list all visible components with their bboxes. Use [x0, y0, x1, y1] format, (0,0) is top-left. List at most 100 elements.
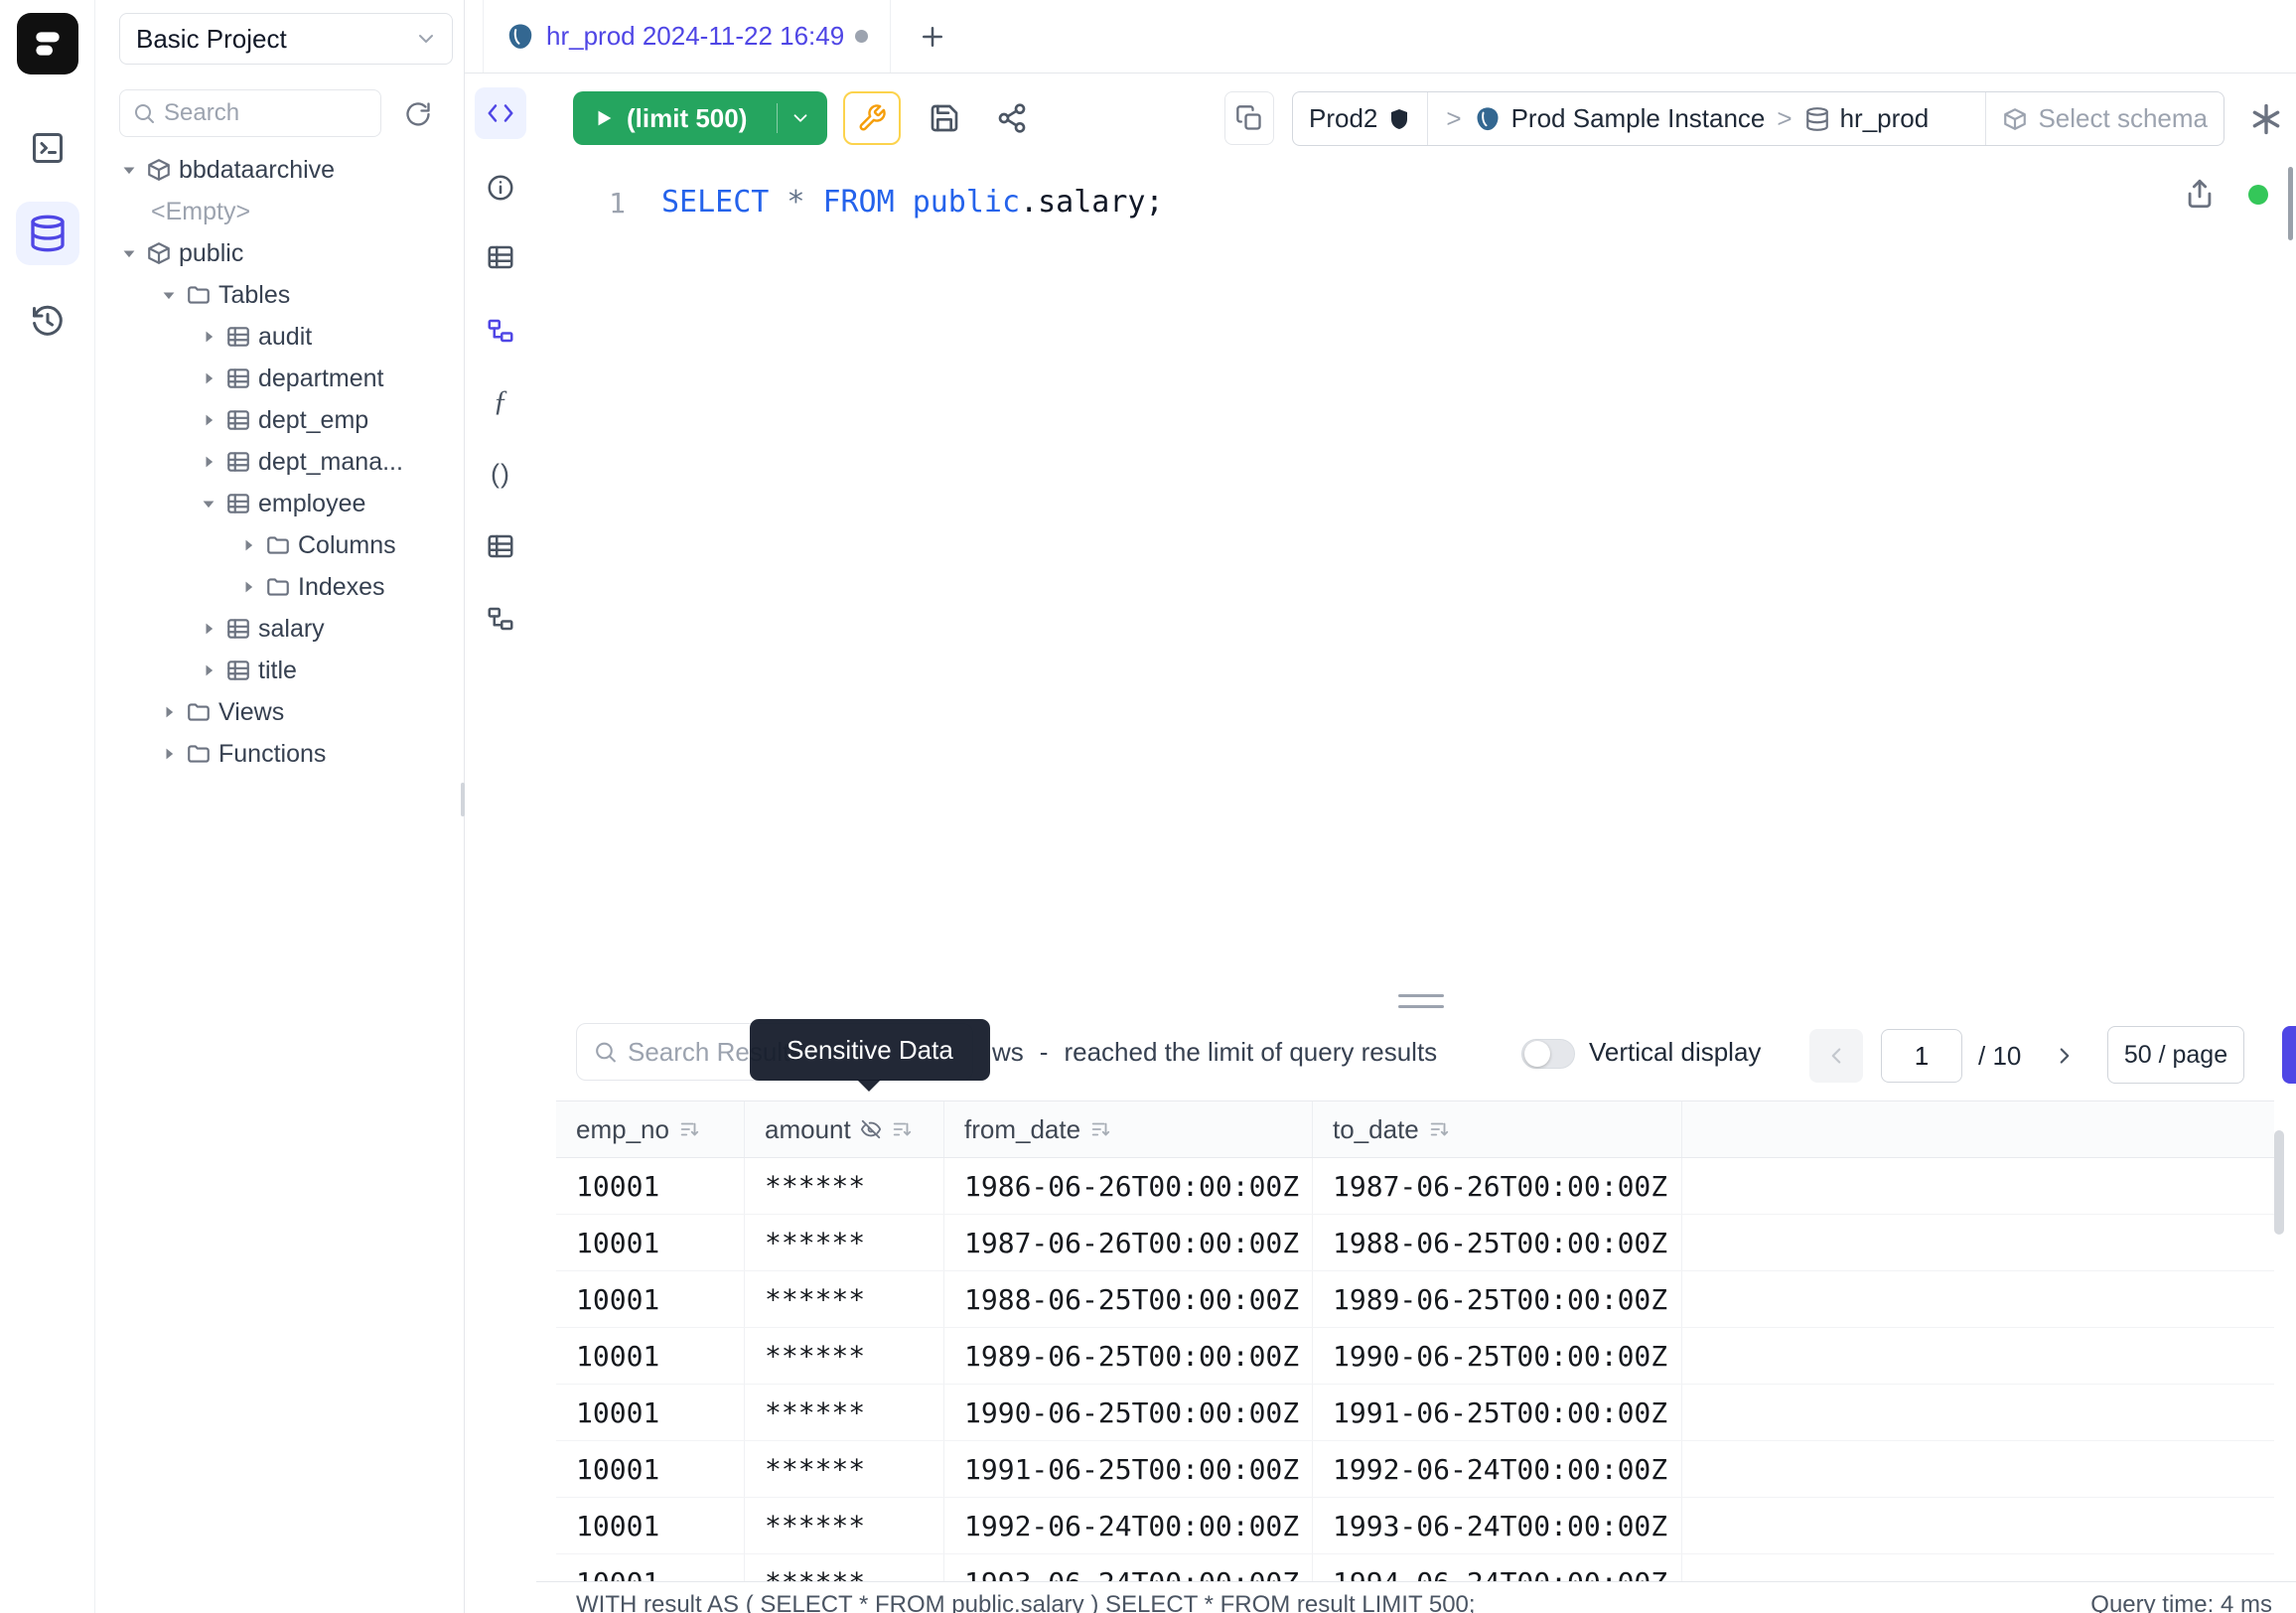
er-diagram-icon [486, 604, 515, 634]
sort-icon[interactable] [891, 1118, 913, 1140]
editor-scrollbar[interactable] [2288, 167, 2293, 240]
save-button[interactable] [923, 98, 966, 138]
strip-er-diagram-button[interactable] [475, 593, 526, 645]
table-icon [225, 616, 251, 642]
postgres-icon [505, 22, 535, 52]
table-row[interactable]: 10001 ****** 1989-06-25T00:00:00Z 1990-0… [556, 1328, 2274, 1385]
tree-item-columns[interactable]: Columns [95, 524, 465, 566]
table-icon [486, 242, 515, 272]
table-icon [225, 658, 251, 683]
strip-table-button[interactable] [475, 231, 526, 283]
rail-worksheet-button[interactable] [24, 124, 72, 172]
table-scrollbar[interactable] [2274, 1130, 2284, 1235]
strip-code-button[interactable] [475, 87, 526, 139]
strip-function-button[interactable]: ƒ [475, 375, 526, 427]
table-icon [225, 449, 251, 475]
search-icon [132, 101, 156, 125]
tree-item-employee[interactable]: employee [95, 483, 465, 524]
tree-item-views[interactable]: Views [95, 691, 465, 733]
sidebar-search-input[interactable] [164, 99, 353, 127]
refresh-button[interactable] [399, 95, 437, 133]
add-tab-button[interactable] [911, 15, 954, 59]
run-query-button[interactable]: (limit 500) [573, 91, 827, 145]
copy-sheet-button[interactable] [1224, 91, 1274, 145]
format-sql-button[interactable] [843, 91, 901, 145]
tree-item-audit[interactable]: audit [95, 316, 465, 358]
strip-procedure-button[interactable]: () [475, 448, 526, 500]
prev-page-button[interactable] [1809, 1029, 1863, 1083]
sensitive-data-tooltip: Sensitive Data [750, 1019, 990, 1081]
rail-database-button[interactable] [16, 202, 79, 265]
page-number-input[interactable]: 1 [1881, 1029, 1962, 1083]
search-icon [593, 1039, 618, 1065]
left-rail [0, 0, 95, 1613]
strip-external-table-button[interactable] [475, 520, 526, 572]
rail-history-button[interactable] [24, 298, 72, 346]
instance-database-selector[interactable]: > Prod Sample Instance > hr_prod [1428, 92, 1944, 145]
info-icon [486, 173, 515, 203]
table-icon [225, 324, 251, 350]
app-logo[interactable] [17, 13, 78, 74]
unsaved-dot [855, 30, 868, 43]
header-from-date[interactable]: from_date [944, 1101, 1313, 1157]
code-icon [486, 98, 515, 128]
table-row[interactable]: 10001 ****** 1992-06-24T00:00:00Z 1993-0… [556, 1498, 2274, 1554]
tree-item-dept-emp[interactable]: dept_emp [95, 399, 465, 441]
share-button[interactable] [990, 98, 1034, 138]
tree-item-dept-manager[interactable]: dept_mana... [95, 441, 465, 483]
project-selector[interactable]: Basic Project [119, 13, 453, 65]
tree-item-public[interactable]: public [95, 232, 465, 274]
vertical-display-label: Vertical display [1589, 1023, 1761, 1081]
caret-down-icon [199, 494, 218, 513]
next-page-button[interactable] [2042, 1029, 2087, 1083]
sort-icon[interactable] [1428, 1118, 1450, 1140]
export-button[interactable] [2183, 177, 2221, 215]
schema-icon [146, 157, 172, 183]
header-amount[interactable]: amount [745, 1101, 944, 1157]
page-size-select[interactable]: 50 / page [2107, 1026, 2244, 1084]
save-icon [929, 102, 960, 134]
strip-info-button[interactable] [475, 162, 526, 214]
vertical-display-toggle[interactable] [1521, 1039, 1575, 1069]
strip-schema-diagram-button[interactable] [475, 305, 526, 357]
caret-right-icon [199, 410, 218, 430]
ai-assistant-button[interactable] [2244, 97, 2288, 141]
eye-off-icon[interactable] [860, 1118, 882, 1140]
terminal-icon [30, 130, 66, 166]
header-empty [1682, 1101, 2274, 1157]
tree-item-tables[interactable]: Tables [95, 274, 465, 316]
tree-item-department[interactable]: department [95, 358, 465, 399]
tab-hr-prod[interactable]: hr_prod 2024-11-22 16:49 [483, 0, 891, 73]
caret-right-icon [159, 702, 179, 722]
header-emp-no[interactable]: emp_no [556, 1101, 745, 1157]
folder-icon [186, 282, 212, 308]
table-row[interactable]: 10001 ****** 1993-06-24T00:00:00Z 1994-0… [556, 1554, 2274, 1582]
panel-splitter-handle[interactable] [1398, 994, 1444, 1008]
environment-selector[interactable]: Prod2 [1293, 92, 1428, 145]
tree-item-title[interactable]: title [95, 650, 465, 691]
result-limit-message: ws - reached the limit of query results [992, 1023, 1437, 1081]
tree-item-bbdataarchive[interactable]: bbdataarchive [95, 149, 465, 191]
tree-item-indexes[interactable]: Indexes [95, 566, 465, 608]
table-row[interactable]: 10001 ****** 1990-06-25T00:00:00Z 1991-0… [556, 1385, 2274, 1441]
folder-icon [186, 741, 212, 767]
tree-item-salary[interactable]: salary [95, 608, 465, 650]
schema-selector[interactable]: Select schema [1985, 92, 2224, 145]
sort-icon[interactable] [1089, 1118, 1111, 1140]
sql-keyword: SELECT [661, 185, 769, 220]
header-to-date[interactable]: to_date [1313, 1101, 1682, 1157]
table-row[interactable]: 10001 ****** 1987-06-26T00:00:00Z 1988-0… [556, 1215, 2274, 1271]
table-row[interactable]: 10001 ****** 1988-06-25T00:00:00Z 1989-0… [556, 1271, 2274, 1328]
caret-right-icon [199, 619, 218, 639]
schema-diagram-icon [486, 316, 515, 346]
table-row[interactable]: 10001 ****** 1986-06-26T00:00:00Z 1987-0… [556, 1158, 2274, 1215]
expand-panel-button[interactable] [2282, 1026, 2296, 1084]
tree-item-functions[interactable]: Functions [95, 733, 465, 775]
table-row[interactable]: 10001 ****** 1991-06-25T00:00:00Z 1992-0… [556, 1441, 2274, 1498]
sql-editor[interactable]: 1 SELECT * FROM public .salary; [536, 159, 2296, 1006]
caret-right-icon [199, 327, 218, 347]
sort-icon[interactable] [678, 1118, 700, 1140]
caret-right-icon [199, 660, 218, 680]
sql-star: * [787, 185, 804, 220]
folder-icon [265, 574, 291, 600]
